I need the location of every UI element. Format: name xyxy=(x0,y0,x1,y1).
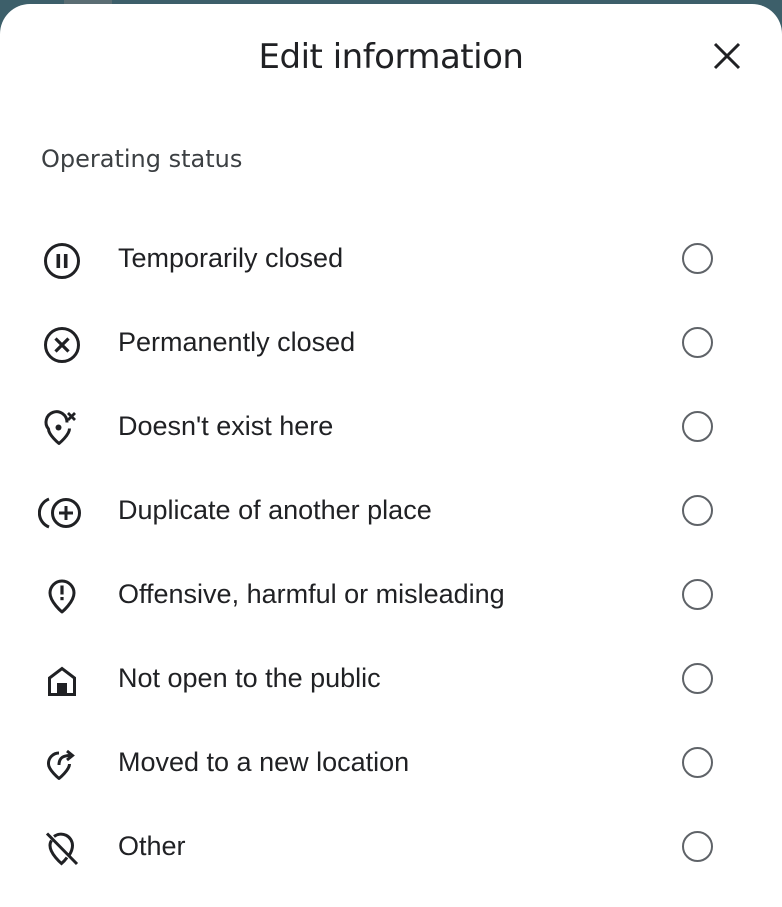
option-not-open-to-public[interactable]: Not open to the public xyxy=(0,638,782,722)
dialog-title: Edit information xyxy=(258,37,524,77)
radio-button[interactable] xyxy=(682,243,713,274)
radio-button[interactable] xyxy=(682,495,713,526)
radio-button[interactable] xyxy=(682,663,713,694)
pause-circle-icon xyxy=(38,237,86,285)
close-button[interactable] xyxy=(706,35,748,77)
operating-status-options: Temporarily closed Permanently closed Do… xyxy=(0,218,782,890)
section-label: Operating status xyxy=(41,145,243,173)
option-label: Temporarily closed xyxy=(118,243,344,273)
radio-button[interactable] xyxy=(682,411,713,442)
location-alert-icon xyxy=(38,573,86,621)
option-label: Not open to the public xyxy=(118,663,381,693)
option-permanently-closed[interactable]: Permanently closed xyxy=(0,302,782,386)
radio-button[interactable] xyxy=(682,831,713,862)
close-icon xyxy=(713,42,741,70)
radio-button[interactable] xyxy=(682,579,713,610)
option-label: Offensive, harmful or misleading xyxy=(118,579,505,609)
cancel-circle-icon xyxy=(38,321,86,369)
option-label: Permanently closed xyxy=(118,327,356,357)
option-label: Doesn't exist here xyxy=(118,411,334,441)
option-label: Moved to a new location xyxy=(118,747,410,777)
option-doesnt-exist-here[interactable]: Doesn't exist here xyxy=(0,386,782,470)
option-moved[interactable]: Moved to a new location xyxy=(0,722,782,806)
option-temporarily-closed[interactable]: Temporarily closed xyxy=(0,218,782,302)
duplicate-add-icon xyxy=(38,489,86,537)
option-offensive[interactable]: Offensive, harmful or misleading xyxy=(0,554,782,638)
option-other[interactable]: Other xyxy=(0,806,782,890)
radio-button[interactable] xyxy=(682,327,713,358)
private-home-icon xyxy=(38,657,86,705)
location-off-icon xyxy=(38,405,86,453)
location-disabled-icon xyxy=(38,825,86,873)
option-duplicate-place[interactable]: Duplicate of another place xyxy=(0,470,782,554)
option-label: Other xyxy=(118,831,186,861)
location-moved-icon xyxy=(38,741,86,789)
option-label: Duplicate of another place xyxy=(118,495,432,525)
edit-information-dialog: Edit information Operating status Tempor… xyxy=(0,4,782,907)
radio-button[interactable] xyxy=(682,747,713,778)
